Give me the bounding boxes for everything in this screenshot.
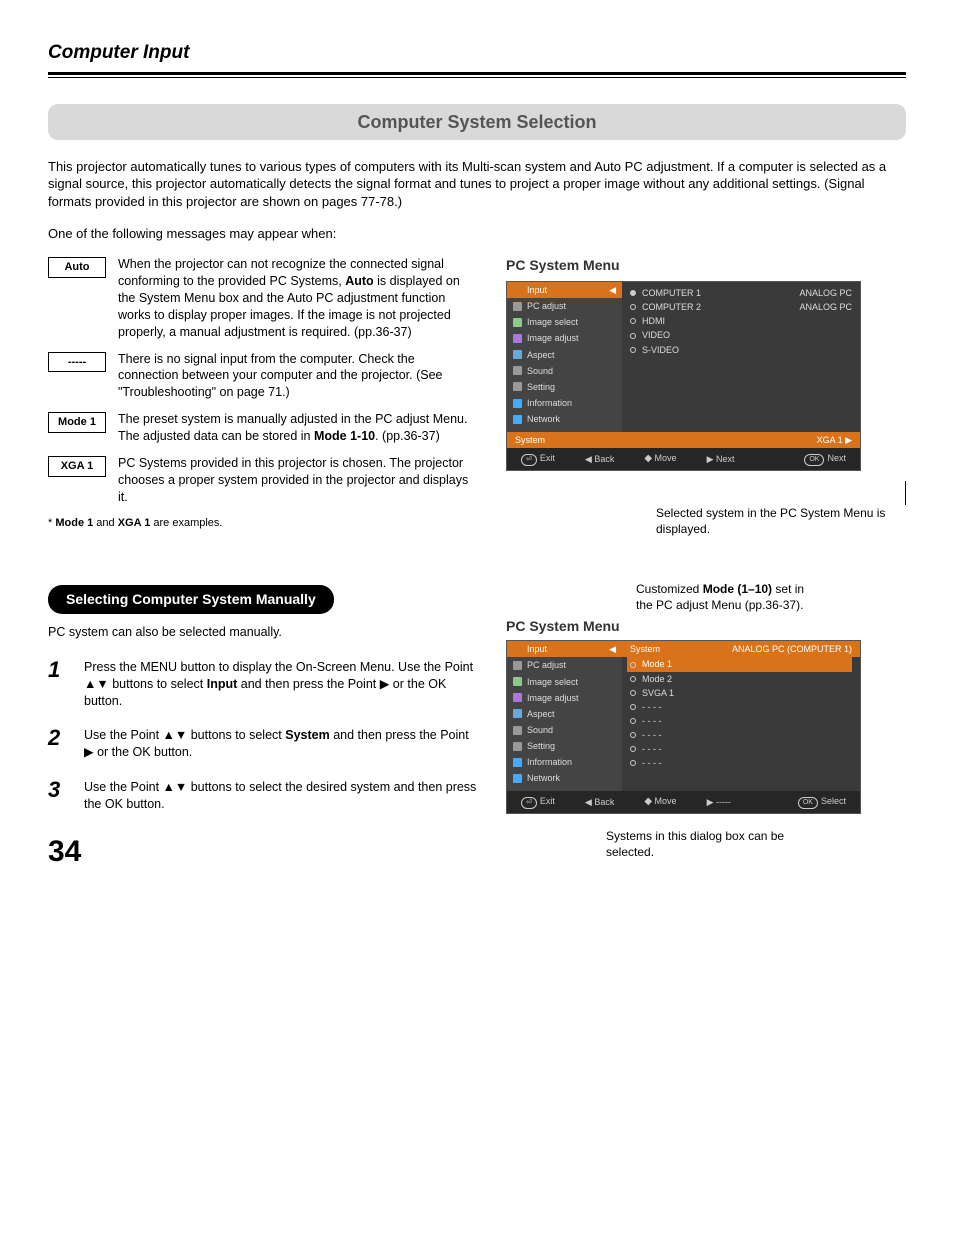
tag-xga1: XGA 1 [48,456,106,477]
msg-mode1: The preset system is manually adjusted i… [118,411,478,445]
tag-mode1: Mode 1 [48,412,106,433]
tag-dashes: ----- [48,352,106,373]
osd1-caption: Selected system in the PC System Menu is… [656,505,906,537]
step-3-text: Use the Point ▲▼ buttons to select the d… [84,779,478,813]
manual-intro: PC system can also be selected manually. [48,624,478,641]
pc-system-menu-heading-2: PC System Menu [506,617,620,636]
step-3-num: 3 [48,779,70,801]
section-title-bar: Computer System Selection [48,104,906,140]
intro-paragraph: This projector automatically tunes to va… [48,158,906,211]
step-1-text: Press the MENU button to display the On-… [84,659,478,710]
msg-xga1: PC Systems provided in this projector is… [118,455,478,506]
page-number: 34 [48,832,81,873]
step-1-num: 1 [48,659,70,681]
left-column: Auto When the projector can not recogniz… [48,256,478,537]
msg-dash: There is no signal input from the comput… [118,351,478,402]
msg-auto: When the projector can not recognize the… [118,256,478,340]
right-column-2: Customized Mode (1–10) set in the PC adj… [506,545,906,860]
osd2-caption-bottom: Systems in this dialog box can be select… [606,828,786,860]
right-column-1: PC System Menu Input◀ PC adjust Image se… [506,256,906,537]
message-intro: One of the following messages may appear… [48,225,906,243]
tag-auto: Auto [48,257,106,278]
footnote: * Mode 1 and XGA 1 are examples. [48,516,478,531]
step-2-text: Use the Point ▲▼ buttons to select Syste… [84,727,478,761]
step-2-num: 2 [48,727,70,749]
rule-thin [48,77,906,78]
osd-screenshot-1: Input◀ PC adjust Image select Image adju… [506,281,861,471]
manual-selection-heading: Selecting Computer System Manually [48,585,334,614]
osd2-caption-top: Customized Mode (1–10) set in the PC adj… [636,581,806,613]
rule-thick [48,72,906,75]
pc-system-menu-heading-1: PC System Menu [506,256,906,275]
osd-screenshot-2: Input◀ PC adjust Image select Image adju… [506,640,861,814]
left-column-2: Selecting Computer System Manually PC sy… [48,545,478,860]
page-header: Computer Input [48,40,906,66]
